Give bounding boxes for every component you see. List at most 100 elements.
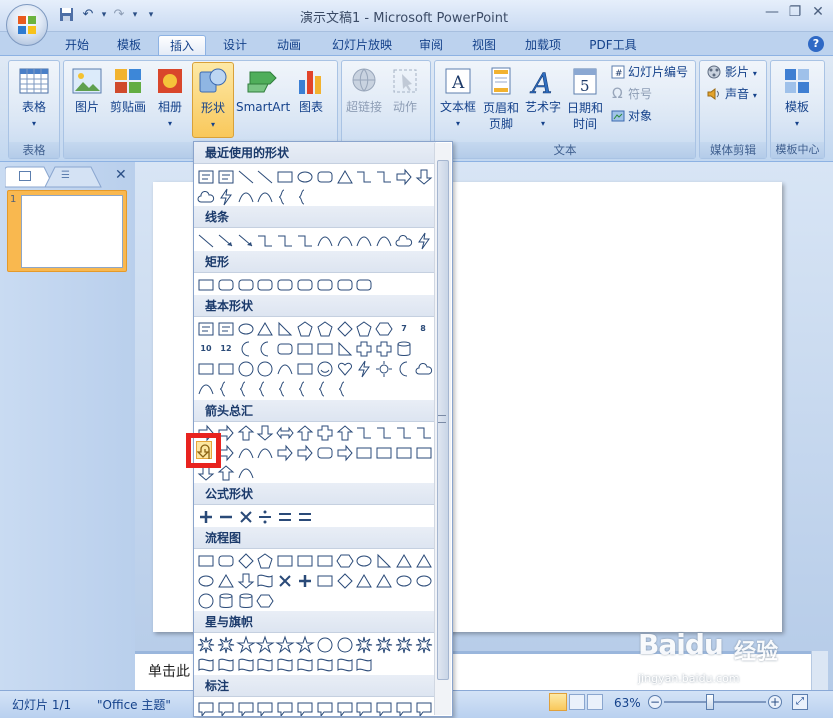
wave-shape-icon[interactable] bbox=[316, 656, 334, 674]
oval-shape-icon[interactable] bbox=[415, 572, 433, 590]
bolt-shape-icon[interactable] bbox=[217, 188, 235, 206]
penta-shape-icon[interactable] bbox=[355, 320, 373, 338]
can-shape-icon[interactable] bbox=[217, 592, 235, 610]
rrect-shape-icon[interactable] bbox=[316, 276, 334, 294]
moon-shape-icon[interactable] bbox=[237, 340, 255, 358]
star-shape-icon[interactable] bbox=[255, 635, 276, 654]
cross-shape-icon[interactable] bbox=[375, 340, 393, 358]
brace-shape-icon[interactable] bbox=[237, 380, 255, 398]
slides-tab-icon[interactable] bbox=[19, 171, 31, 181]
wave-shape-icon[interactable] bbox=[276, 656, 294, 674]
outline-tab-icon[interactable]: ☰ bbox=[61, 170, 73, 182]
elbow-shape-icon[interactable] bbox=[256, 232, 274, 250]
close-pane-icon[interactable]: ✕ bbox=[115, 167, 127, 183]
burst-shape-icon[interactable] bbox=[217, 636, 235, 654]
elbow-shape-icon[interactable] bbox=[355, 168, 373, 186]
elbow-shape-icon[interactable] bbox=[395, 424, 413, 442]
album-button[interactable]: 相册 ▾ bbox=[153, 66, 187, 138]
wave-shape-icon[interactable] bbox=[237, 656, 255, 674]
arrowLR-shape-icon[interactable] bbox=[276, 424, 294, 442]
elbow-shape-icon[interactable] bbox=[276, 232, 294, 250]
elbow-shape-icon[interactable] bbox=[296, 232, 314, 250]
cross-shape-icon[interactable] bbox=[355, 340, 373, 358]
zoom-slider-thumb[interactable] bbox=[706, 694, 714, 710]
oval-shape-icon[interactable] bbox=[296, 168, 314, 186]
tri-shape-icon[interactable] bbox=[355, 572, 373, 590]
tab-home[interactable]: 开始 bbox=[56, 35, 98, 55]
zoom-level[interactable]: 63% bbox=[614, 696, 641, 710]
arrowR-shape-icon[interactable] bbox=[395, 168, 413, 186]
rect-shape-icon[interactable] bbox=[355, 444, 373, 462]
rect-shape-icon[interactable] bbox=[316, 340, 334, 358]
hexa-shape-icon[interactable] bbox=[256, 592, 274, 610]
undo-icon[interactable]: ↶ bbox=[80, 7, 96, 23]
burst-shape-icon[interactable] bbox=[415, 636, 433, 654]
plus-shape-icon[interactable] bbox=[197, 508, 215, 526]
wave-shape-icon[interactable] bbox=[256, 656, 274, 674]
cross-shape-icon[interactable] bbox=[316, 424, 334, 442]
zoom-slider-track[interactable] bbox=[664, 701, 766, 703]
rect-shape-icon[interactable] bbox=[217, 360, 235, 378]
rect-shape-icon[interactable] bbox=[197, 360, 215, 378]
callout-shape-icon[interactable] bbox=[217, 700, 235, 717]
rrect-shape-icon[interactable] bbox=[217, 552, 235, 570]
rrect-shape-icon[interactable] bbox=[237, 276, 255, 294]
object-button[interactable]: 对象 bbox=[609, 108, 693, 126]
rrect-shape-icon[interactable] bbox=[256, 276, 274, 294]
slideshow-view-icon[interactable] bbox=[587, 694, 603, 710]
rect-shape-icon[interactable] bbox=[197, 276, 215, 294]
arrowline-shape-icon[interactable] bbox=[237, 232, 255, 250]
wordart-button[interactable]: A 艺术字 ▾ bbox=[523, 66, 563, 138]
curve-shape-icon[interactable] bbox=[256, 444, 274, 462]
hyperlink-button[interactable]: 超链接 bbox=[344, 66, 384, 126]
brace-shape-icon[interactable] bbox=[336, 380, 354, 398]
elbow-shape-icon[interactable] bbox=[375, 424, 393, 442]
date-time-button[interactable]: 5 日期和 时间 bbox=[564, 66, 606, 138]
hexa-shape-icon[interactable] bbox=[375, 320, 393, 338]
wave-shape-icon[interactable] bbox=[197, 656, 215, 674]
callout-shape-icon[interactable] bbox=[336, 700, 354, 717]
curve-shape-icon[interactable] bbox=[355, 232, 373, 250]
brace-shape-icon[interactable] bbox=[296, 188, 314, 206]
textbox-button[interactable]: A 文本框 ▾ bbox=[438, 66, 478, 138]
curve-shape-icon[interactable] bbox=[256, 188, 274, 206]
curve-shape-icon[interactable] bbox=[237, 444, 255, 462]
octa-shape-icon[interactable] bbox=[316, 636, 334, 654]
header-footer-button[interactable]: 页眉和 页脚 bbox=[480, 66, 522, 138]
numbered-octagon-shape-icon[interactable]: 7 bbox=[395, 320, 413, 338]
bolt-shape-icon[interactable] bbox=[355, 360, 373, 378]
cloud-shape-icon[interactable] bbox=[395, 232, 413, 250]
wave-shape-icon[interactable] bbox=[296, 656, 314, 674]
tri-shape-icon[interactable] bbox=[415, 552, 433, 570]
callout-shape-icon[interactable] bbox=[256, 700, 274, 717]
text-shape-icon[interactable] bbox=[217, 168, 235, 186]
numbered-octagon-shape-icon[interactable]: 10 bbox=[197, 340, 215, 358]
moon-shape-icon[interactable] bbox=[256, 340, 274, 358]
wave-shape-icon[interactable] bbox=[336, 656, 354, 674]
tab-review[interactable]: 审阅 bbox=[410, 35, 452, 55]
numbered-octagon-shape-icon[interactable]: 8 bbox=[414, 320, 432, 338]
callout-shape-icon[interactable] bbox=[316, 700, 334, 717]
cloud-shape-icon[interactable] bbox=[415, 360, 433, 378]
callout-shape-icon[interactable] bbox=[375, 700, 393, 717]
smile-shape-icon[interactable] bbox=[316, 360, 334, 378]
callout-shape-icon[interactable] bbox=[197, 700, 215, 717]
equal-shape-icon[interactable] bbox=[276, 508, 294, 526]
line-shape-icon[interactable] bbox=[256, 168, 274, 186]
rrect-shape-icon[interactable] bbox=[316, 168, 334, 186]
wave-shape-icon[interactable] bbox=[217, 656, 235, 674]
tab-slideshow[interactable]: 幻灯片放映 bbox=[324, 35, 400, 55]
burst-shape-icon[interactable] bbox=[355, 636, 373, 654]
diamond-shape-icon[interactable] bbox=[336, 572, 354, 590]
star-shape-icon[interactable] bbox=[295, 635, 315, 654]
octa-shape-icon[interactable] bbox=[256, 360, 274, 378]
shapes-button[interactable]: 形状 ▾ bbox=[192, 62, 234, 138]
rect-shape-icon[interactable] bbox=[395, 444, 413, 462]
notes-scrollbar[interactable] bbox=[811, 651, 828, 690]
curve-shape-icon[interactable] bbox=[375, 232, 393, 250]
rect-shape-icon[interactable] bbox=[276, 552, 294, 570]
tri-shape-icon[interactable] bbox=[256, 320, 274, 338]
penta-shape-icon[interactable] bbox=[256, 552, 274, 570]
can-shape-icon[interactable] bbox=[395, 340, 413, 358]
office-button[interactable] bbox=[6, 4, 48, 46]
